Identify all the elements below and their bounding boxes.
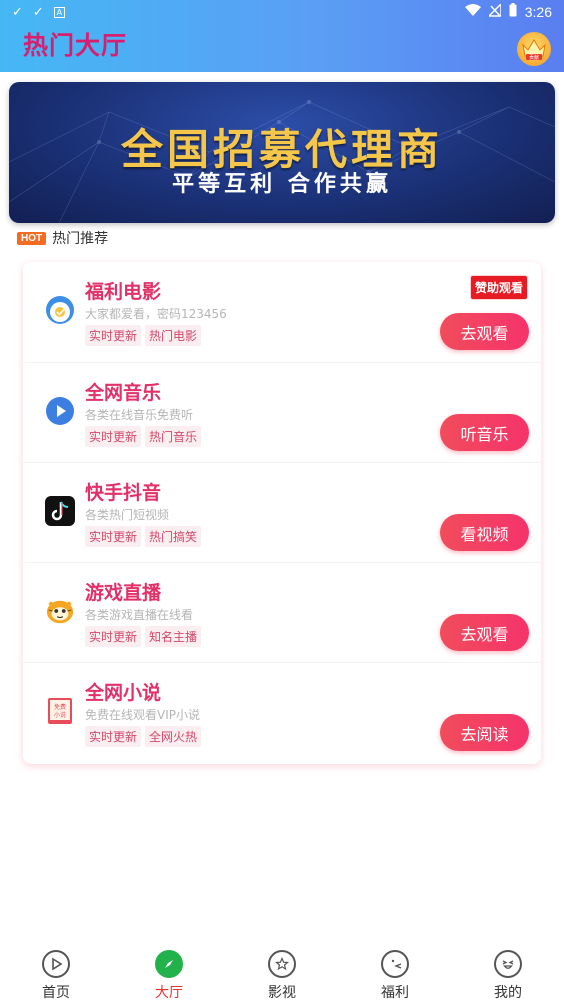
novel-icon-text: 小说 <box>54 711 66 719</box>
app-a-icon: A <box>53 6 65 18</box>
item-tag: 实时更新 <box>85 726 142 747</box>
status-time: 3:26 <box>524 4 552 20</box>
item-tag: 实时更新 <box>85 325 142 346</box>
item-name: 全网音乐 <box>85 382 162 404</box>
tab-label: 首页 <box>42 985 70 1001</box>
watch-video-button[interactable]: 看视频 <box>440 514 529 551</box>
tiktok-icon <box>45 496 75 526</box>
list-item[interactable]: 免费 小说 全网小说 免费在线观看VIP小说 实时更新 全网火热 去阅读 <box>23 662 541 762</box>
item-desc: 免费在线观看VIP小说 <box>85 708 200 722</box>
tab-welfare[interactable]: 福利 <box>339 944 451 1002</box>
item-desc: 大家都爱看，密码123456 <box>85 307 227 321</box>
play-circle-icon <box>42 950 70 978</box>
movie-icon <box>45 295 75 325</box>
crown-icon: 贡献 <box>522 39 546 61</box>
item-tag: 热门音乐 <box>145 426 202 447</box>
check-icon: ✓ <box>12 4 23 20</box>
tab-video[interactable]: 影视 <box>226 944 338 1002</box>
item-tag: 知名主播 <box>145 626 202 647</box>
watch-button[interactable]: 去观看 <box>440 313 529 350</box>
game-tiger-icon <box>45 596 75 626</box>
music-play-icon <box>45 396 75 426</box>
item-name: 游戏直播 <box>85 582 162 604</box>
sponsor-badge[interactable]: 赞助观看 <box>469 275 528 300</box>
list-item[interactable]: 游戏直播 各类游戏直播在线看 实时更新 知名主播 去观看 <box>23 562 541 662</box>
battery-icon <box>509 3 517 21</box>
item-desc: 各类游戏直播在线看 <box>85 608 194 622</box>
novel-icon-text: 免费 <box>54 703 66 711</box>
tab-label: 大厅 <box>155 985 183 1001</box>
item-tag: 实时更新 <box>85 526 142 547</box>
promo-banner[interactable]: 全国招募代理商 平等互利 合作共赢 <box>9 82 555 223</box>
check-icon: ✓ <box>32 4 44 20</box>
banner-subtitle: 平等互利 合作共赢 <box>172 172 392 197</box>
item-tag: 热门搞笑 <box>145 526 202 547</box>
recommend-list: 福利电影 大家都爱看，密码123456 实时更新 热门电影 赞助观看 去观看 全… <box>23 262 541 764</box>
listen-button[interactable]: 听音乐 <box>440 414 529 451</box>
no-signal-icon <box>486 1 502 21</box>
tab-home[interactable]: 首页 <box>0 944 112 1002</box>
list-item[interactable]: 福利电影 大家都爱看，密码123456 实时更新 热门电影 赞助观看 去观看 <box>23 262 541 362</box>
section-title: 热门推荐 <box>52 231 109 247</box>
watch-live-button[interactable]: 去观看 <box>440 614 529 651</box>
tab-label: 我的 <box>494 985 522 1001</box>
tab-hall[interactable]: 大厅 <box>113 944 225 1002</box>
status-bar: ✓ ✓ A 3:26 <box>0 0 564 24</box>
item-desc: 各类热门短视频 <box>85 508 170 522</box>
item-tag: 实时更新 <box>85 426 142 447</box>
wifi-icon <box>464 3 481 21</box>
smile-face-icon <box>494 950 522 978</box>
item-name: 福利电影 <box>85 281 162 303</box>
page-title: 热门大厅 <box>23 31 128 60</box>
list-item[interactable]: 快手抖音 各类热门短视频 实时更新 热门搞笑 看视频 <box>23 462 541 562</box>
compass-icon <box>155 950 183 978</box>
section-header: HOT 热门推荐 <box>17 228 108 248</box>
item-name: 全网小说 <box>85 682 162 704</box>
tab-label: 福利 <box>381 985 409 1001</box>
tab-mine[interactable]: 我的 <box>452 944 564 1002</box>
tab-label: 影视 <box>268 985 296 1001</box>
pacman-icon <box>381 950 409 978</box>
item-tag: 热门电影 <box>145 325 202 346</box>
item-tag: 实时更新 <box>85 626 142 647</box>
list-item[interactable]: 全网音乐 各类在线音乐免费听 实时更新 热门音乐 听音乐 <box>23 362 541 462</box>
bottom-tab-bar: 首页 大厅 影视 福利 我的 <box>0 944 564 1002</box>
item-name: 快手抖音 <box>85 482 162 504</box>
item-desc: 各类在线音乐免费听 <box>85 408 194 422</box>
crown-badge-text: 贡献 <box>529 54 539 61</box>
tv-star-icon <box>268 950 296 978</box>
item-tag: 全网火热 <box>145 726 202 747</box>
crown-avatar-button[interactable]: 贡献 <box>517 32 551 66</box>
novel-book-icon: 免费 小说 <box>45 696 75 726</box>
hot-badge: HOT <box>17 231 47 245</box>
read-button[interactable]: 去阅读 <box>440 714 529 751</box>
